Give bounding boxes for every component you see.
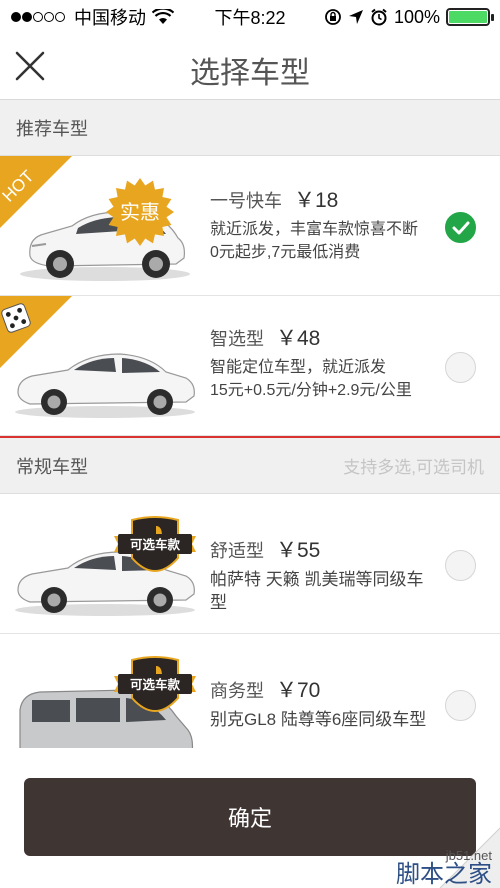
car-fee: 0元起步,7元最低消费	[210, 244, 361, 261]
section-hint: 支持多选,可选司机	[343, 458, 484, 477]
status-right: 100%	[324, 6, 494, 28]
section-header-recommended: 推荐车型	[0, 100, 500, 156]
car-name: 一号快车	[210, 191, 282, 211]
optional-model-badge: 可选车款	[114, 516, 196, 572]
car-name: 商务型	[210, 681, 264, 701]
car-description: 智能定位车型，就近派发	[210, 359, 387, 376]
car-info: 智选型 ￥48 智能定位车型，就近派发 15元+0.5元/分钟+2.9元/公里	[210, 322, 430, 402]
battery-icon	[446, 8, 494, 26]
car-price: ￥48	[276, 327, 321, 350]
check-icon	[452, 221, 469, 234]
car-name: 舒适型	[210, 541, 264, 561]
car-price: ￥18	[294, 189, 339, 212]
bottom-bar: 确定 jb51.net 脚本之家	[0, 748, 500, 888]
car-name: 智选型	[210, 329, 264, 349]
car-fee: 15元+0.5元/分钟+2.9元/公里	[210, 382, 412, 399]
nav-bar: 选择车型	[0, 34, 500, 100]
section-label-recommended: 推荐车型	[16, 118, 88, 139]
optional-model-badge-text: 可选车款	[130, 677, 181, 692]
radio-selected[interactable]	[445, 212, 476, 243]
car-option-comfort[interactable]: 可选车款 舒适型 ￥55 帕萨特 天籁 凯美瑞等同级车型	[0, 494, 500, 634]
car-info: 一号快车 ￥18 就近派发，丰富车款惊喜不断 0元起步,7元最低消费	[210, 184, 430, 264]
alarm-icon	[371, 8, 387, 26]
car-option-business[interactable]: 可选车款 商务型 ￥70 别克GL8 陆尊等6座同级车型	[0, 634, 500, 748]
car-price: ￥55	[276, 539, 321, 562]
radio-unselected[interactable]	[445, 352, 476, 383]
location-icon	[348, 10, 363, 24]
car-description: 就近派发，丰富车款惊喜不断	[210, 221, 419, 238]
section-label-regular: 常规车型	[16, 456, 88, 477]
car-price: ￥70	[276, 679, 321, 702]
radio-unselected[interactable]	[445, 690, 476, 721]
rotation-lock-icon	[325, 9, 341, 25]
confirm-button[interactable]: 确定	[24, 778, 476, 856]
car-option-express[interactable]: HOT 实惠 一号快车 ￥18 就近派发，丰富车款惊喜不断 0元起步,7元最低消…	[0, 156, 500, 296]
car-info: 商务型 ￥70 别克GL8 陆尊等6座同级车型	[210, 674, 430, 731]
optional-model-badge-text: 可选车款	[130, 537, 181, 552]
signal-icon	[11, 12, 65, 22]
car-info: 舒适型 ￥55 帕萨特 天籁 凯美瑞等同级车型	[210, 534, 430, 614]
car-option-smart[interactable]: 智选型 ￥48 智能定位车型，就近派发 15元+0.5元/分钟+2.9元/公里	[0, 296, 500, 436]
car-description: 帕萨特 天籁 凯美瑞等同级车型	[210, 570, 424, 612]
optional-model-badge: 可选车款	[114, 656, 196, 712]
watermark-name: 脚本之家	[396, 860, 492, 888]
value-badge: 实惠	[106, 178, 174, 246]
section-header-regular: 常规车型 支持多选,可选司机	[0, 438, 500, 494]
wifi-icon	[152, 9, 174, 24]
value-badge-text: 实惠	[120, 200, 160, 224]
radio-unselected[interactable]	[445, 550, 476, 581]
car-description: 别克GL8 陆尊等6座同级车型	[210, 710, 427, 729]
status-bar: 中国移动 下午8:22 100%	[0, 0, 500, 34]
battery-percent: 100%	[393, 6, 440, 27]
carrier-label: 中国移动	[74, 8, 146, 28]
watermark: jb51.net 脚本之家	[396, 849, 492, 886]
page-title: 选择车型	[190, 57, 310, 90]
status-left: 中国移动	[10, 4, 174, 30]
sedan-car-image	[15, 353, 195, 418]
